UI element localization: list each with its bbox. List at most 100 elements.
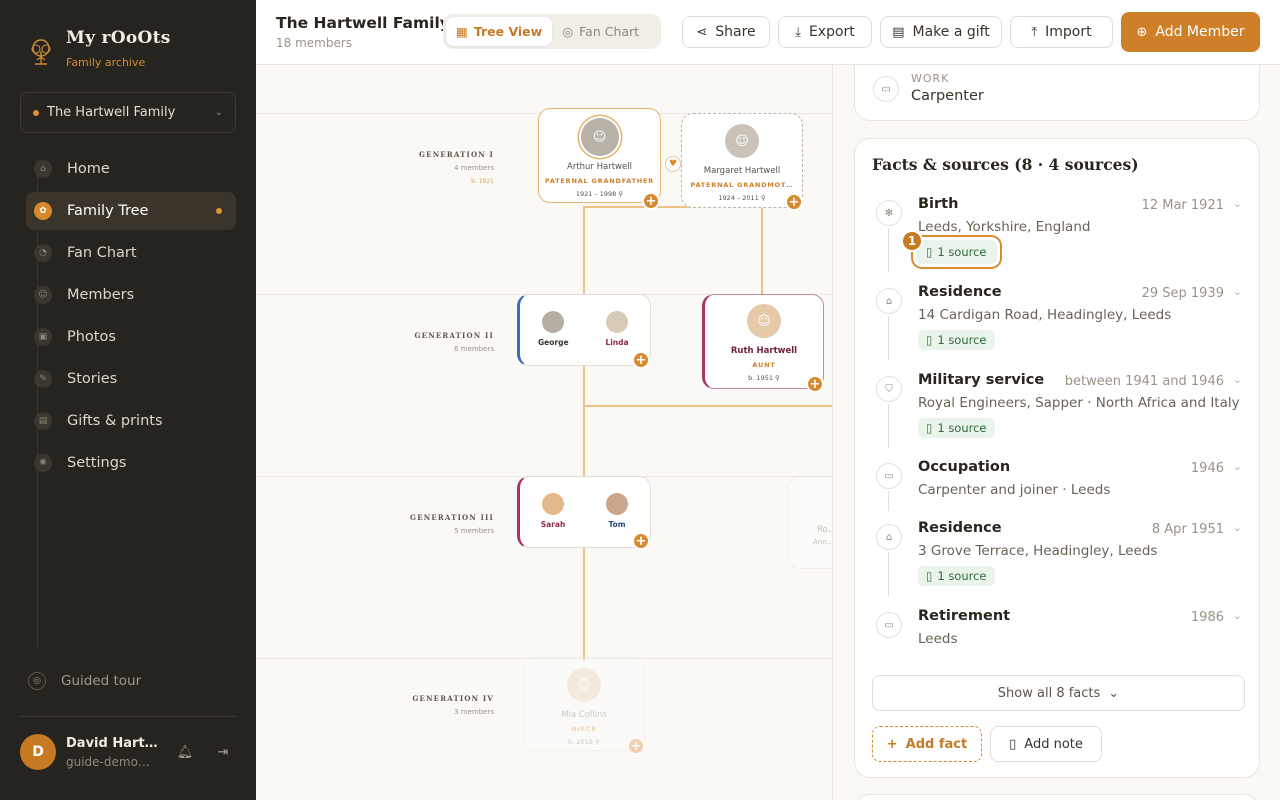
source-badge[interactable]: ▯ 1 source xyxy=(916,240,997,264)
nav-item-settings[interactable]: ✺ Settings xyxy=(26,444,236,482)
member-years: b. 2018 ⚲ xyxy=(568,738,600,746)
fact-row-retirement[interactable]: ▭ Retirement 1986 ⌄ Leeds xyxy=(872,608,1242,664)
add-relative-button[interactable]: + xyxy=(632,532,650,550)
add-relative-button[interactable]: + xyxy=(806,375,824,393)
tree-icon: ✿ xyxy=(34,202,52,220)
add-relative-button[interactable]: + xyxy=(632,351,650,369)
connector-line xyxy=(583,206,585,296)
chevron-down-icon: ⌄ xyxy=(1108,685,1120,701)
work-value: Carpenter xyxy=(911,88,984,104)
tour-step-badge: 1 xyxy=(901,230,923,252)
import-label: Import xyxy=(1045,24,1092,40)
member-card-arthur[interactable]: ☺ Arthur Hartwell PATERNAL GRANDFATHER 1… xyxy=(538,108,661,203)
add-fact-button[interactable]: + Add fact xyxy=(872,726,982,762)
guided-tour-link[interactable]: ◎ Guided tour xyxy=(28,672,141,690)
source-badge[interactable]: ▯ 1 source xyxy=(918,418,995,438)
fact-row-birth[interactable]: ✻ Birth 12 Mar 1921 ⌄ Leeds, Yorkshire, … xyxy=(872,196,1242,278)
book-icon: ▯ xyxy=(926,569,933,583)
chevron-down-icon[interactable]: ⌄ xyxy=(1233,609,1242,622)
nav-item-family-tree[interactable]: ✿ Family Tree xyxy=(26,192,236,230)
member-role: PATERNAL GRANDFATHER xyxy=(544,177,655,185)
tree-canvas[interactable]: GENERATION I 4 members b. 1921 GENERATIO… xyxy=(256,65,832,800)
member-george[interactable]: George xyxy=(538,311,569,365)
portrait-icon: ☺ xyxy=(725,124,759,158)
couple-card-george-linda[interactable]: George Linda xyxy=(517,294,651,366)
tab-tree-view[interactable]: ▦ Tree View xyxy=(446,17,553,46)
portrait-icon: ☺ xyxy=(567,668,601,702)
view-switcher: ▦ Tree View ◎ Fan Chart xyxy=(443,14,661,49)
add-relative-button[interactable]: + xyxy=(627,737,645,755)
nav-item-home[interactable]: ⌂ Home xyxy=(26,150,236,188)
share-button[interactable]: ⋖ Share xyxy=(682,16,770,48)
show-all-facts-button[interactable]: Show all 8 facts ⌄ xyxy=(872,675,1245,711)
fact-place: Leeds xyxy=(918,631,958,647)
member-card-faded[interactable]: Ro… Ann… xyxy=(788,476,832,569)
nav-item-gifts[interactable]: ▤ Gifts & prints xyxy=(26,402,236,440)
facts-title: Facts & sources (8 · 4 sources) xyxy=(872,155,1139,174)
family-selector[interactable]: The Hartwell Family ⌄ xyxy=(20,92,236,133)
add-relative-button[interactable]: + xyxy=(785,193,803,211)
member-name: Arthur Hartwell xyxy=(567,162,632,172)
fact-row-military[interactable]: ⛉ Military service between 1941 and 1946… xyxy=(872,372,1242,454)
nav-label: Members xyxy=(67,287,135,303)
brand-subtitle: Family archive xyxy=(66,56,146,69)
facts-sources-card: Facts & sources (8 · 4 sources) ✻ Birth … xyxy=(854,138,1260,778)
member-name: Linda xyxy=(605,338,629,347)
member-role: NIECE xyxy=(571,725,597,733)
make-gift-button[interactable]: ▤ Make a gift xyxy=(880,16,1002,48)
logout-icon[interactable]: ⇥ xyxy=(212,745,234,760)
next-section-card xyxy=(854,794,1260,800)
bell-icon[interactable]: 🔔︎ xyxy=(174,745,196,760)
fact-row-occupation[interactable]: ▭ Occupation 1946 ⌄ Carpenter and joiner… xyxy=(872,459,1242,515)
tab-fan-chart[interactable]: ◎ Fan Chart xyxy=(552,17,649,46)
nav-item-members[interactable]: ☺ Members xyxy=(26,276,236,314)
settings-icon: ✺ xyxy=(34,454,52,472)
member-card-mia[interactable]: ☺ Mia Collins NIECE b. 2018 ⚲ xyxy=(523,657,645,751)
generation-title: GENERATION I xyxy=(418,150,494,159)
member-name: Ro… xyxy=(817,525,832,535)
fact-place: Carpenter and joiner · Leeds xyxy=(918,482,1111,498)
member-name: Mia Collins xyxy=(561,710,607,720)
nav-item-fan-chart[interactable]: ◔ Fan Chart xyxy=(26,234,236,272)
add-fact-label: Add fact xyxy=(905,736,968,752)
chevron-down-icon[interactable]: ⌄ xyxy=(1233,197,1242,210)
chevron-down-icon[interactable]: ⌄ xyxy=(1233,460,1242,473)
member-sarah[interactable]: Sarah xyxy=(538,493,568,547)
source-badge[interactable]: ▯ 1 source xyxy=(918,330,995,350)
source-badge[interactable]: ▯ 1 source xyxy=(918,566,995,586)
member-name: Margaret Hartwell xyxy=(703,166,781,176)
fact-type: Birth xyxy=(918,196,959,212)
member-linda[interactable]: Linda xyxy=(602,311,632,365)
add-relative-button[interactable]: + xyxy=(642,192,660,210)
couple-card-sarah-tom[interactable]: Sarah Tom xyxy=(517,476,651,548)
generation-count: 4 members xyxy=(454,164,494,172)
share-icon: ⋖ xyxy=(696,24,708,40)
add-member-label: Add Member xyxy=(1155,24,1245,40)
chevron-down-icon[interactable]: ⌄ xyxy=(1233,285,1242,298)
download-icon: ⤓ xyxy=(795,24,801,40)
fact-row-residence-2[interactable]: ⌂ Residence 8 Apr 1951 ⌄ 3 Grove Terrace… xyxy=(872,520,1242,602)
portrait-icon xyxy=(606,311,628,333)
nav-item-photos[interactable]: ▣ Photos xyxy=(26,318,236,356)
member-card-ruth[interactable]: ☺ Ruth Hartwell AUNT b. 1951 ⚲ xyxy=(702,294,824,389)
add-member-button[interactable]: ⊕ Add Member xyxy=(1121,12,1260,52)
nav-label: Photos xyxy=(67,329,116,345)
chevron-down-icon[interactable]: ⌄ xyxy=(1233,373,1242,386)
source-label: 1 source xyxy=(937,421,987,435)
fan-icon: ◎ xyxy=(562,24,574,39)
add-note-button[interactable]: ▯ Add note xyxy=(990,726,1102,762)
active-indicator xyxy=(216,208,222,214)
member-tom[interactable]: Tom xyxy=(602,493,632,547)
avatar[interactable]: D xyxy=(20,734,56,770)
gift-label: Make a gift xyxy=(912,24,990,40)
member-card-margaret[interactable]: ☺ Margaret Hartwell PATERNAL GRANDMOT… 1… xyxy=(681,113,803,208)
import-button[interactable]: ⤒ Import xyxy=(1010,16,1113,48)
brand[interactable]: My rOoOts Family archive xyxy=(26,28,171,69)
export-button[interactable]: ⤓ Export xyxy=(778,16,872,48)
chevron-down-icon[interactable]: ⌄ xyxy=(1233,521,1242,534)
nav-item-stories[interactable]: ✎ Stories xyxy=(26,360,236,398)
fact-type: Occupation xyxy=(918,459,1011,475)
member-role: PATERNAL GRANDMOT… xyxy=(690,181,794,189)
export-label: Export xyxy=(808,24,855,40)
fact-row-residence[interactable]: ⌂ Residence 29 Sep 1939 ⌄ 14 Cardigan Ro… xyxy=(872,284,1242,366)
